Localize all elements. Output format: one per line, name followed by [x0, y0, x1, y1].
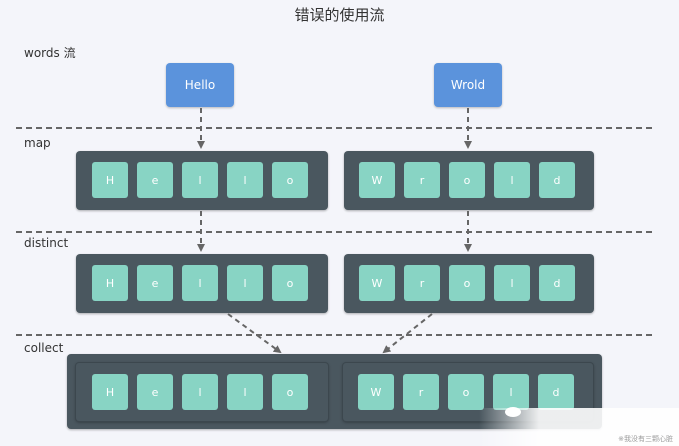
arrow-distinct-to-collect-wrold [382, 313, 433, 354]
arrow-distinct-to-collect-hello [227, 313, 282, 354]
watermark-text: ※我没有三颗心脏 [618, 435, 673, 443]
flow-arrows [197, 108, 472, 354]
